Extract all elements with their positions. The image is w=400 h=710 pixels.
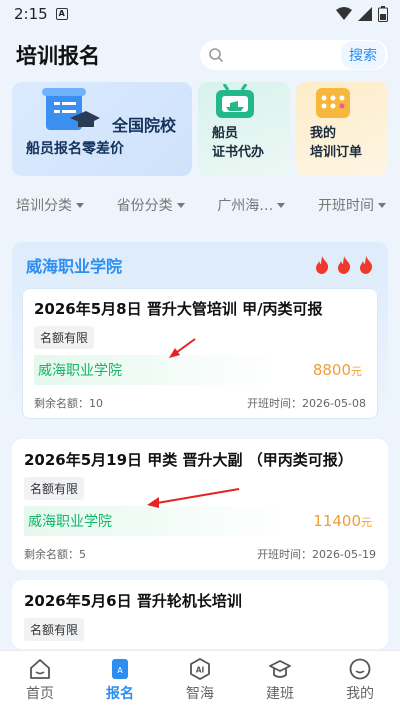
filter-training-category[interactable]: 培训分类 [16,195,84,215]
course-title: 2026年5月8日 晋升大管培训 甲/丙类可报 [34,300,323,318]
dropdown-caret-icon [76,202,84,208]
tab-label: 首页 [26,686,54,702]
profile-icon [349,658,371,680]
start-date: 开班时间：2026-05-08 [247,397,366,410]
price: 11400元 [313,512,372,530]
search-icon [209,48,224,63]
filter-start-time[interactable]: 开班时间 [318,195,386,215]
org-name: 威海职业学院 [38,363,122,379]
signup-icon: A [112,659,128,679]
tab-label: 建班 [266,686,294,702]
status-time: 2:15 [14,5,48,23]
quota-tag: 名额有限 [24,618,85,641]
school-name: 威海职业学院 [26,257,123,276]
filter-location[interactable]: 广州海… [217,195,286,215]
filter-province[interactable]: 省份分类 [117,195,185,215]
dropdown-caret-icon [277,202,286,208]
scroll-graduation-icon [40,84,100,140]
svg-text:A: A [117,666,123,675]
course-card[interactable]: 2026年5月6日 晋升轮机长培训 名额有限 [12,580,388,649]
start-date: 开班时间：2026-05-19 [257,548,376,561]
tab-signup[interactable]: A 报名 [90,658,150,703]
price: 8800元 [312,361,362,379]
search-bar[interactable]: 搜索 [200,40,388,70]
national-schools-subtitle: 船员报名零差价 [26,141,124,157]
hot-flames [314,256,374,274]
calendar-icon [312,84,354,124]
tv-ship-icon [214,83,256,124]
dropdown-caret-icon [176,202,185,208]
tab-ai[interactable]: AI 智海 [170,658,230,703]
quota-tag: 名额有限 [24,477,85,500]
school-card[interactable]: 威海职业学院 2026年5月8日 晋升大管培训 甲/丙类可报 名额有限 威海职业… [12,242,388,429]
home-icon [30,659,50,679]
search-button[interactable]: 搜索 [341,41,385,69]
wifi-icon [336,7,352,20]
national-schools-title: 全国院校 [112,116,177,135]
flame-icon [338,256,351,274]
tab-class[interactable]: 建班 [250,658,310,703]
course-card[interactable]: 2026年5月8日 晋升大管培训 甲/丙类可报 名额有限 威海职业学院 8800… [22,288,378,419]
remaining-seats: 剩余名额：5 [24,548,86,561]
battery-icon [378,6,388,22]
course-title: 2026年5月19日 甲类 晋升大副 （甲丙类可报） [24,451,353,469]
ai-icon: AI [190,658,210,680]
course-card[interactable]: 2026年5月19日 甲类 晋升大副 （甲丙类可报） 名额有限 威海职业学院 1… [12,439,388,570]
status-bar: 2:15 A [0,0,400,28]
my-orders-label: 我的 培训订单 [310,126,363,160]
notification-a-icon: A [55,8,68,20]
quota-tag: 名额有限 [34,326,95,349]
tab-label: 我的 [346,686,374,702]
org-row: 威海职业学院 11400元 [24,506,376,536]
promo-row: 全国院校 船员报名零差价 船员 证书代办 我的 培训订单 [0,82,400,176]
signal-icon [358,7,372,21]
tab-label: 智海 [186,686,214,702]
my-orders-card[interactable]: 我的 培训订单 [296,82,388,176]
course-list[interactable]: 威海职业学院 2026年5月8日 晋升大管培训 甲/丙类可报 名额有限 威海职业… [0,230,400,650]
flame-icon [316,256,329,274]
tab-label: 报名 [106,686,134,702]
remaining-seats: 剩余名额：10 [34,397,103,410]
grad-cap-icon [269,660,291,678]
course-title: 2026年5月6日 晋升轮机长培训 [24,592,242,610]
certificate-service-label: 船员 证书代办 [212,126,265,160]
page-title: 培训报名 [16,44,100,68]
svg-text:AI: AI [196,666,205,675]
national-schools-card[interactable]: 全国院校 船员报名零差价 [12,82,192,176]
org-row: 威海职业学院 8800元 [34,355,366,385]
bottom-tab-bar: 首页 A 报名 AI 智海 建班 我的 [0,650,400,710]
certificate-service-card[interactable]: 船员 证书代办 [198,82,290,176]
header: 培训报名 搜索 [0,28,400,74]
tab-home[interactable]: 首页 [10,658,70,703]
tab-profile[interactable]: 我的 [330,658,390,703]
filter-bar: 培训分类 省份分类 广州海… 开班时间 [0,180,400,230]
dropdown-caret-icon [377,202,386,208]
org-name: 威海职业学院 [28,514,112,530]
flame-icon [360,256,373,274]
